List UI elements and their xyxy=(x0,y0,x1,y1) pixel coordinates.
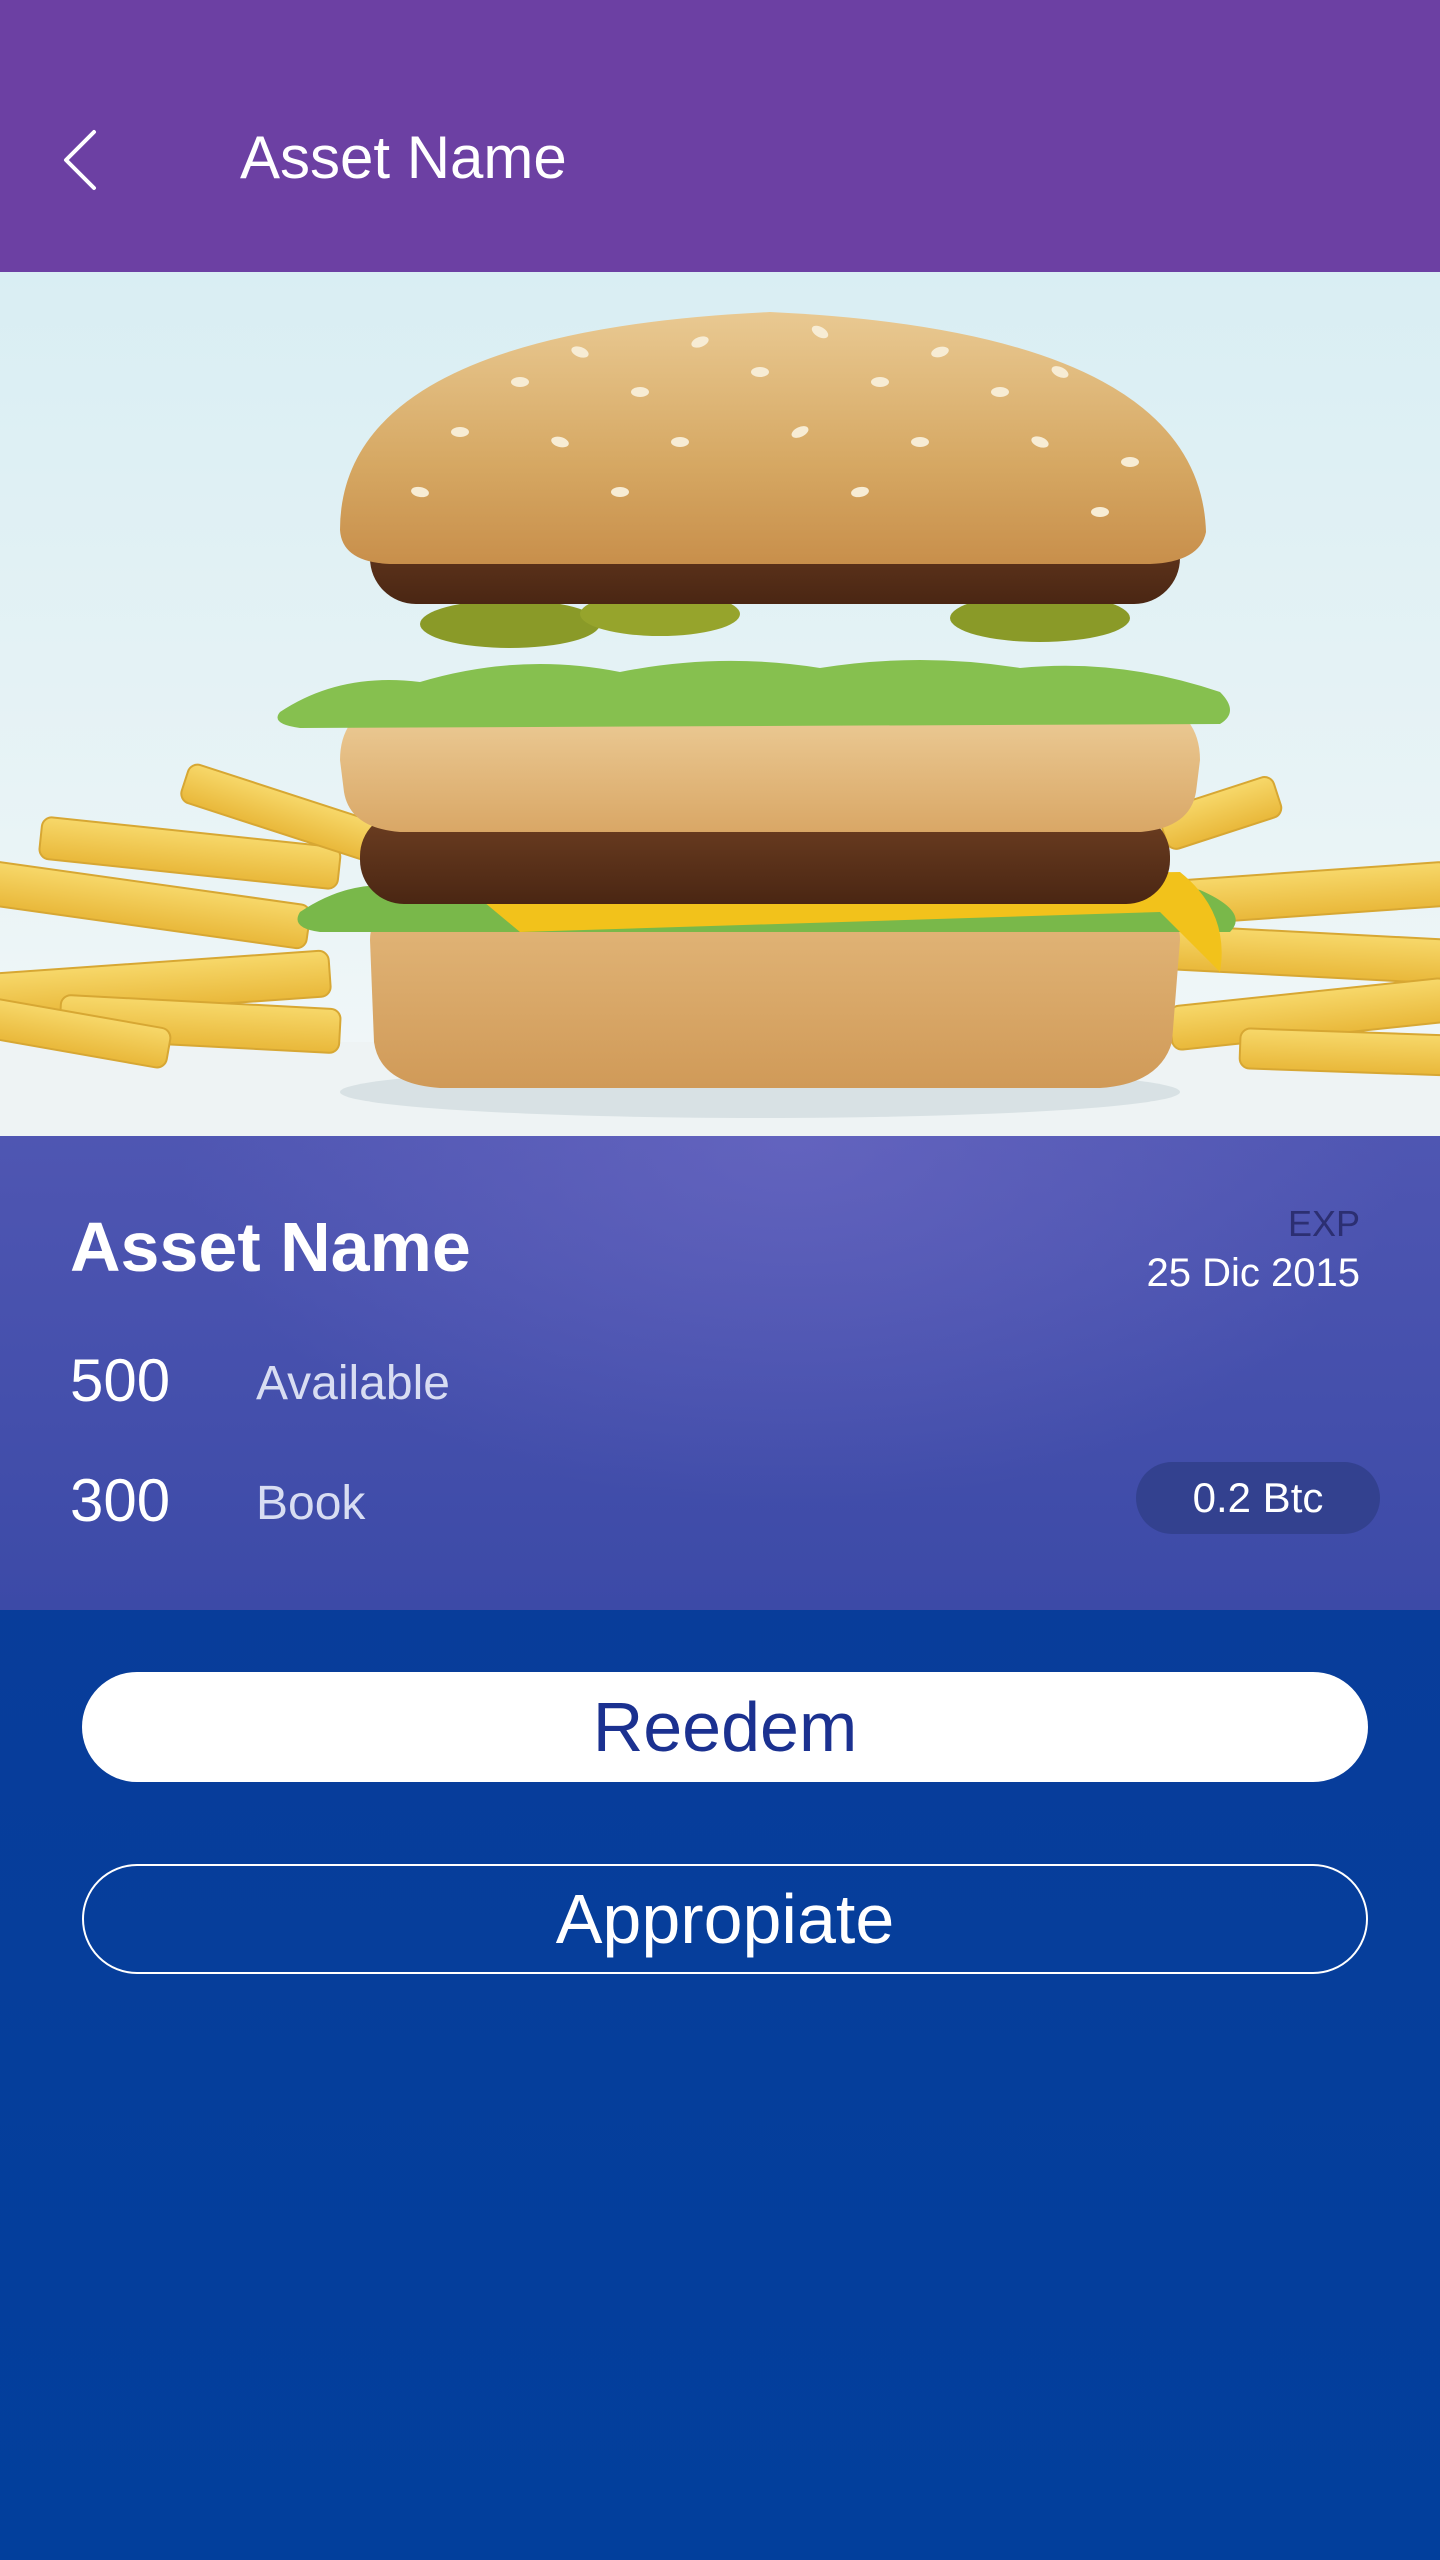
asset-info-card: Asset Name EXP 25 Dic 2015 500 Available… xyxy=(0,1136,1440,1610)
header-title: Asset Name xyxy=(240,124,567,191)
available-label: Available xyxy=(256,1357,450,1410)
chevron-left-icon xyxy=(64,130,96,190)
exp-date: 25 Dic 2015 xyxy=(1146,1251,1360,1295)
available-value: 500 xyxy=(70,1347,171,1414)
asset-detail-screen: Asset Name Asset Name EXP 25 Dic 2015 50… xyxy=(0,0,1440,2560)
app-header: Asset Name xyxy=(0,0,1440,272)
redeem-button[interactable]: Reedem xyxy=(82,1672,1368,1782)
asset-name: Asset Name xyxy=(70,1208,471,1286)
book-label: Book xyxy=(256,1477,366,1530)
price-badge: 0.2 Btc xyxy=(1136,1462,1380,1534)
exp-label: EXP xyxy=(1287,1203,1360,1244)
back-button[interactable] xyxy=(40,110,120,210)
book-value: 300 xyxy=(70,1467,171,1534)
asset-image xyxy=(0,272,1440,1136)
appropriate-button[interactable]: Appropiate xyxy=(82,1864,1368,1974)
